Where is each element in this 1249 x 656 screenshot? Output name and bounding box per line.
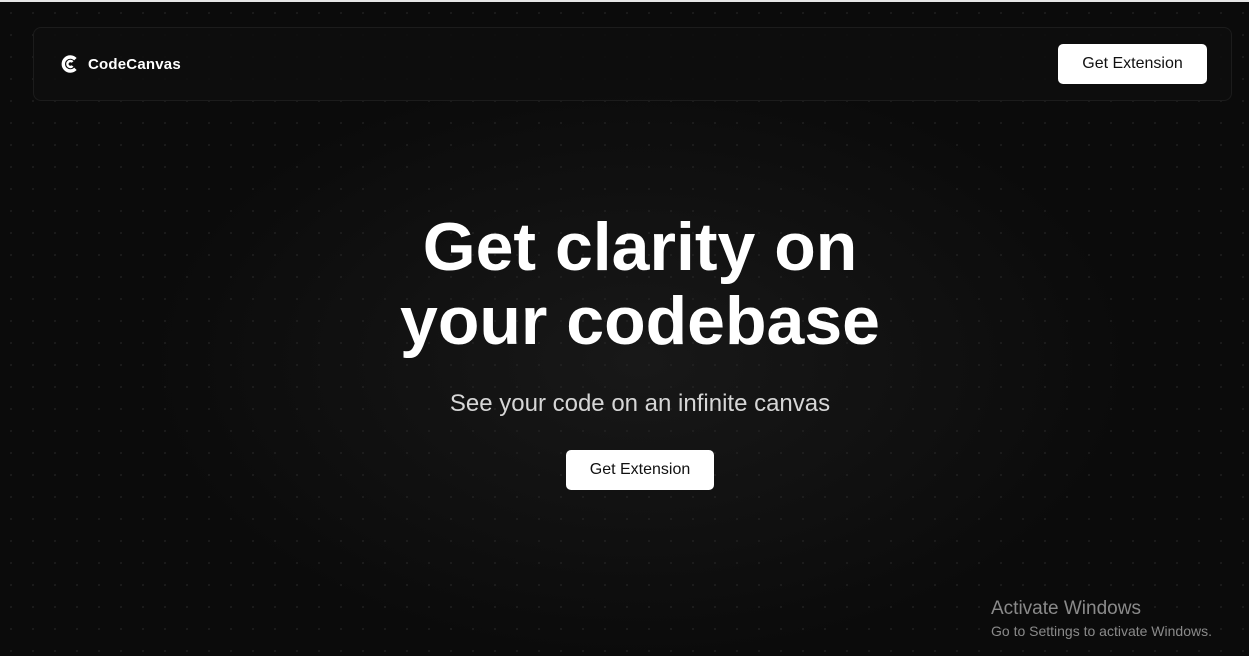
hero-title: Get clarity on your codebase bbox=[0, 210, 1249, 358]
watermark-subtitle: Go to Settings to activate Windows. bbox=[991, 623, 1212, 639]
brand[interactable]: CodeCanvas bbox=[60, 54, 181, 74]
navbar: CodeCanvas Get Extension bbox=[33, 27, 1232, 101]
nav-get-extension-button[interactable]: Get Extension bbox=[1058, 44, 1207, 84]
watermark-title: Activate Windows bbox=[991, 598, 1141, 619]
hero-title-line-2: your codebase bbox=[400, 283, 880, 359]
hero-title-line-1: Get clarity on bbox=[422, 209, 858, 285]
brand-name: CodeCanvas bbox=[88, 55, 181, 73]
hero-get-extension-button[interactable]: Get Extension bbox=[566, 450, 714, 490]
activate-windows-watermark: Activate Windows Go to Settings to activ… bbox=[991, 597, 1212, 641]
codecanvas-logo-icon bbox=[61, 55, 77, 73]
landing-page: CodeCanvas Get Extension Get clarity on … bbox=[0, 0, 1249, 656]
hero-subtitle: See your code on an infinite canvas bbox=[449, 390, 831, 417]
